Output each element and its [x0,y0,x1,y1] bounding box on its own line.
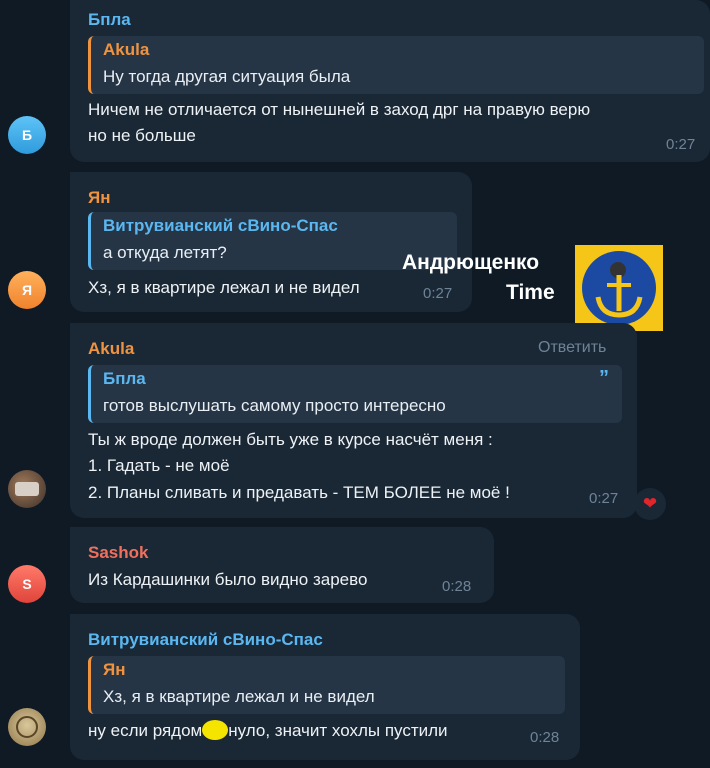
avatar-letter: Б [21,127,33,143]
sender-name[interactable]: Бпла [88,10,131,30]
message-text: Хз, я в квартире лежал и не видел [88,278,360,297]
quote-icon: ” [599,367,609,389]
reply-text: а откуда летят? [103,243,227,262]
reply-quote[interactable]: Akula Ну тогда другая ситуация была [88,36,704,94]
message-text-part: нуло, значит хохлы пустили [228,721,448,740]
sender-name[interactable]: Витрувианский сВино-Спас [88,630,323,650]
message-bubble[interactable]: Витрувианский сВино-Спас Ян Хз, я в квар… [70,614,580,760]
avatar-image-icon [15,482,39,496]
message-time: 0:27 [589,490,619,507]
message-text: Ничем не отличается от нынешней в заход … [88,100,591,119]
reply-quote[interactable]: Бпла готов выслушать самому просто интер… [88,365,622,423]
censor-blob-icon [202,720,229,740]
avatar-sashok[interactable]: S [8,565,46,603]
reply-text: Ну тогда другая ситуация была [103,67,351,86]
message-time: 0:28 [442,578,472,595]
message-text: 2. Планы сливать и предавать - ТЕМ БОЛЕЕ… [88,483,510,502]
reply-author: Ян [103,660,126,679]
message-text: но не больше [88,126,196,145]
avatar-letter: S [22,576,32,592]
sender-name[interactable]: Ян [88,188,111,208]
watermark-subtitle: Time [506,281,555,304]
avatar-letter: Я [21,282,33,298]
reaction-heart-icon[interactable]: ❤ [634,488,666,520]
watermark-title: Андрющенко [402,251,540,274]
avatar-bpla[interactable]: Б [8,116,46,154]
sender-name[interactable]: Sashok [88,543,148,563]
avatar-yan[interactable]: Я [8,271,46,309]
sender-name[interactable]: Akula [88,339,134,359]
avatar-vitruvian[interactable] [8,708,46,746]
reaction-heart: ❤ [642,494,658,513]
message-bubble[interactable]: Akula Ответить Бпла готов выслушать само… [70,323,637,518]
anchor-logo-icon [575,245,663,331]
reply-text: Хз, я в квартире лежал и не видел [103,687,375,706]
reply-text: готов выслушать самому просто интересно [103,396,446,415]
watermark: Андрющенко Time [398,245,664,331]
message-time: 0:28 [530,729,560,746]
message-bubble[interactable]: Sashok Из Кардашинки было видно зарево 0… [70,527,494,603]
message-text-part: ну если рядом [88,721,203,740]
avatar-image-icon [16,716,38,738]
message-text: 1. Гадать - не моё [88,456,230,475]
reply-button[interactable]: Ответить [538,339,606,357]
reply-quote[interactable]: Ян Хз, я в квартире лежал и не видел [88,656,565,714]
avatar-akula[interactable] [8,470,46,508]
message-bubble[interactable]: Бпла Akula Ну тогда другая ситуация была… [70,0,710,162]
message-text: Ты ж вроде должен быть уже в курсе насчё… [88,430,493,449]
reply-author: Бпла [103,369,146,388]
reply-author: Витрувианский сВино-Спас [103,216,338,235]
message-text: Из Кардашинки было видно зарево [88,570,368,589]
message-text: ну если рядом нуло, значит хохлы пустили [88,718,448,744]
message-time: 0:27 [666,136,696,153]
reply-author: Akula [103,40,150,59]
